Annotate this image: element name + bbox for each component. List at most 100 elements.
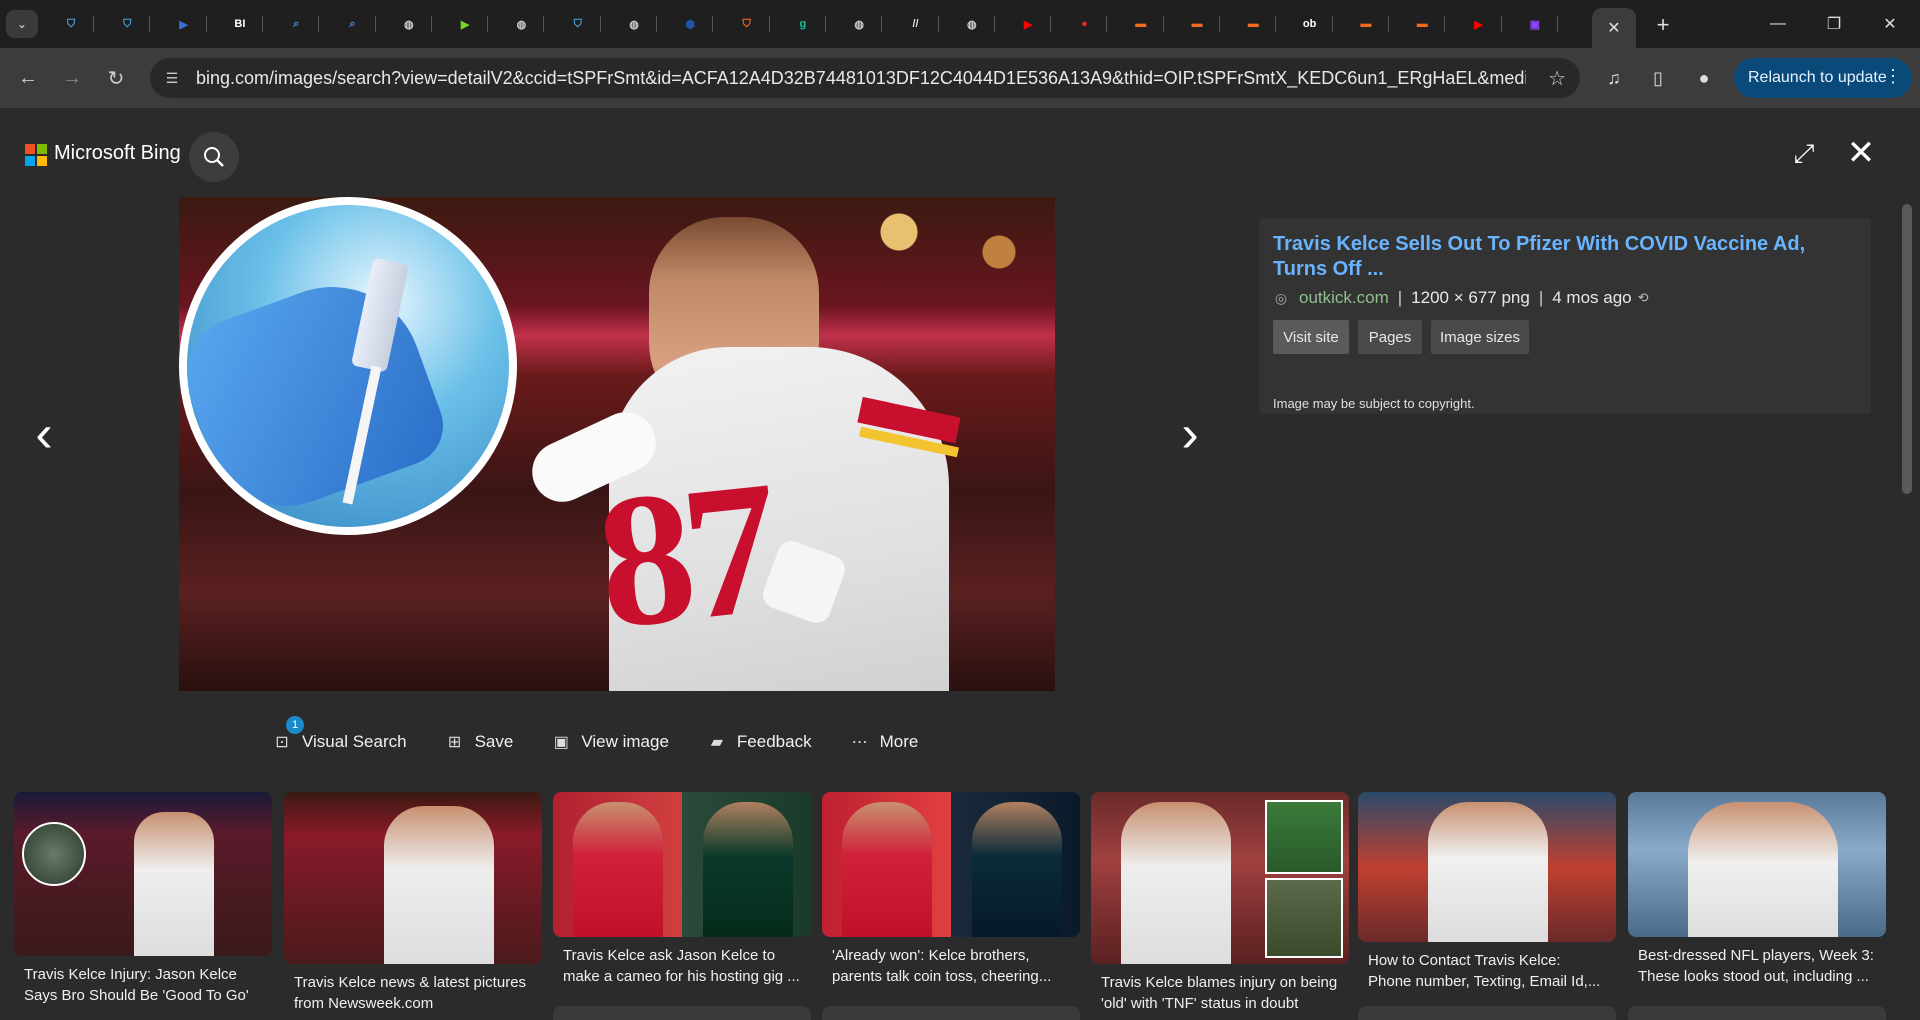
minimize-button[interactable]: — [1758, 10, 1798, 38]
related-image-caption[interactable]: How to Contact Travis Kelce: Phone numbe… [1358, 950, 1616, 992]
browser-tab[interactable]: ▬ [1118, 8, 1164, 40]
related-image-card[interactable]: Travis Kelce ask Jason Kelce to make a c… [553, 792, 811, 987]
site-info-icon[interactable]: ☰ [162, 68, 182, 88]
related-image[interactable] [284, 792, 542, 964]
related-image-next-row[interactable] [822, 1006, 1080, 1020]
save-button[interactable]: ⊞ Save [445, 732, 513, 752]
window-close-button[interactable]: ✕ [1870, 10, 1910, 38]
relaunch-to-update-button[interactable]: Relaunch to update ⋮ [1734, 58, 1912, 98]
related-image[interactable] [822, 792, 1080, 937]
forward-button[interactable]: → [58, 64, 86, 92]
related-image-caption[interactable]: Travis Kelce news & latest pictures from… [284, 972, 542, 1014]
browser-tab[interactable]: ⛉ [104, 8, 151, 40]
more-menu-icon[interactable]: ⋮ [1884, 66, 1902, 87]
browser-tab[interactable]: ⬢ [667, 8, 714, 40]
feedback-button[interactable]: ▰ Feedback [707, 732, 812, 752]
related-image-caption[interactable]: Travis Kelce blames injury on being 'old… [1091, 972, 1349, 1014]
thumb-player [134, 812, 214, 956]
copyright-notice: Image may be subject to copyright. [1273, 396, 1475, 411]
url-text[interactable]: bing.com/images/search?view=detailV2&cci… [196, 68, 1526, 89]
browser-tab[interactable]: g [780, 8, 826, 40]
restore-button[interactable]: ❐ [1814, 10, 1854, 38]
related-image-card[interactable]: Travis Kelce news & latest pictures from… [284, 792, 542, 1014]
related-image-caption[interactable]: Travis Kelce ask Jason Kelce to make a c… [553, 945, 811, 987]
next-image-chevron-right-icon[interactable]: › [1170, 404, 1210, 464]
view-image-icon: ▣ [553, 734, 569, 751]
related-image-card[interactable]: 'Already won': Kelce brothers, parents t… [822, 792, 1080, 987]
related-image-card[interactable]: How to Contact Travis Kelce: Phone numbe… [1358, 792, 1616, 992]
browser-tab[interactable]: ◍ [611, 8, 657, 40]
browser-tab[interactable]: ▬ [1230, 8, 1277, 40]
related-image-card[interactable]: Travis Kelce blames injury on being 'old… [1091, 792, 1349, 1014]
media-control-icon[interactable]: ♫ [1600, 64, 1628, 92]
browser-tab[interactable]: ▶ [161, 8, 207, 40]
related-image[interactable] [553, 792, 811, 937]
search-button[interactable] [189, 132, 239, 182]
tab-search-button[interactable]: ⌄ [6, 10, 38, 38]
visual-search-badge: 1 [286, 716, 304, 734]
view-image-button[interactable]: ▣ View image [551, 732, 669, 752]
more-button[interactable]: ⋯ More [850, 732, 919, 752]
source-site-link[interactable]: outkick.com [1299, 288, 1389, 308]
related-image-caption[interactable]: 'Already won': Kelce brothers, parents t… [822, 945, 1080, 987]
youtube-icon: ▶ [1474, 18, 1483, 31]
hexagon-icon: ⬢ [685, 18, 696, 31]
related-image[interactable] [14, 792, 272, 956]
pages-button[interactable]: Pages [1358, 320, 1422, 354]
shield-icon: ⛉ [66, 17, 76, 30]
browser-tab[interactable]: ▶ [1005, 8, 1052, 40]
globe-icon: ◍ [516, 18, 527, 31]
image-title-link[interactable]: Travis Kelce Sells Out To Pfizer With CO… [1273, 232, 1833, 282]
visit-site-button[interactable]: Visit site [1273, 320, 1349, 354]
address-bar[interactable]: ☰ bing.com/images/search?view=detailV2&c… [150, 58, 1580, 98]
image-sizes-button[interactable]: Image sizes [1431, 320, 1529, 354]
browser-tab[interactable]: ◍ [949, 8, 995, 40]
browser-tab[interactable]: ⛉ [555, 8, 601, 40]
related-image[interactable] [1628, 792, 1886, 937]
browser-tab[interactable]: ⌕ [330, 8, 376, 40]
browser-tab[interactable]: ◍ [386, 8, 432, 40]
browser-tab[interactable]: ▬ [1343, 8, 1389, 40]
browser-tab[interactable]: // [893, 8, 939, 40]
browser-tab[interactable]: BI [217, 8, 263, 40]
browser-tab[interactable]: ▬ [1399, 8, 1446, 40]
image-actions-bar: ⊡ 1 Visual Search ⊞ Save ▣ View image ▰ … [272, 716, 956, 758]
thumb-player [1428, 802, 1548, 942]
browser-tab[interactable]: ⛉ [724, 8, 770, 40]
browser-tab[interactable]: ⛉ [48, 8, 94, 40]
browser-tab[interactable]: ▬ [1174, 8, 1220, 40]
back-button[interactable]: ← [14, 64, 42, 92]
browser-tab[interactable]: ◍ [498, 8, 545, 40]
related-image-next-row[interactable] [1628, 1006, 1886, 1020]
close-viewer-icon[interactable]: ✕ [1844, 134, 1878, 172]
browser-tab[interactable]: ob [1287, 8, 1333, 40]
brand-name[interactable]: Microsoft Bing [54, 142, 181, 165]
meta-separator: | [1538, 288, 1544, 307]
profile-avatar-icon[interactable]: ● [1690, 64, 1718, 92]
main-image[interactable]: 87 [179, 197, 1055, 691]
previous-image-chevron-left-icon[interactable]: ‹ [24, 404, 64, 464]
reload-button[interactable]: ↻ [102, 64, 130, 92]
browser-tab[interactable]: ▣ [1512, 8, 1558, 40]
microsoft-logo-icon[interactable] [25, 144, 47, 166]
related-image-caption[interactable]: Best-dressed NFL players, Week 3: These … [1628, 945, 1886, 987]
expand-icon[interactable]: ⤢ [1788, 138, 1820, 170]
visual-search-button[interactable]: ⊡ 1 Visual Search [272, 716, 407, 752]
active-tab-close-icon[interactable]: ✕ [1592, 8, 1636, 48]
bookmark-star-icon[interactable]: ☆ [1548, 66, 1566, 91]
related-image-next-row[interactable] [1358, 1006, 1616, 1020]
new-tab-button[interactable]: + [1650, 12, 1676, 38]
scrollbar-thumb[interactable] [1902, 204, 1912, 494]
browser-tab[interactable]: ● [1061, 8, 1108, 40]
related-image-next-row[interactable] [553, 1006, 811, 1020]
browser-tab[interactable]: ◍ [836, 8, 883, 40]
side-panel-icon[interactable]: ▯ [1644, 64, 1672, 92]
related-image-card[interactable]: Travis Kelce Injury: Jason Kelce Says Br… [14, 792, 272, 1006]
related-image-caption[interactable]: Travis Kelce Injury: Jason Kelce Says Br… [14, 964, 272, 1006]
browser-tab[interactable]: ⌕ [273, 8, 320, 40]
browser-tab[interactable]: ▶ [1456, 8, 1502, 40]
related-image-card[interactable]: Best-dressed NFL players, Week 3: These … [1628, 792, 1886, 987]
related-image[interactable] [1358, 792, 1616, 942]
browser-tab[interactable]: ▶ [442, 8, 489, 40]
related-image[interactable] [1091, 792, 1349, 964]
